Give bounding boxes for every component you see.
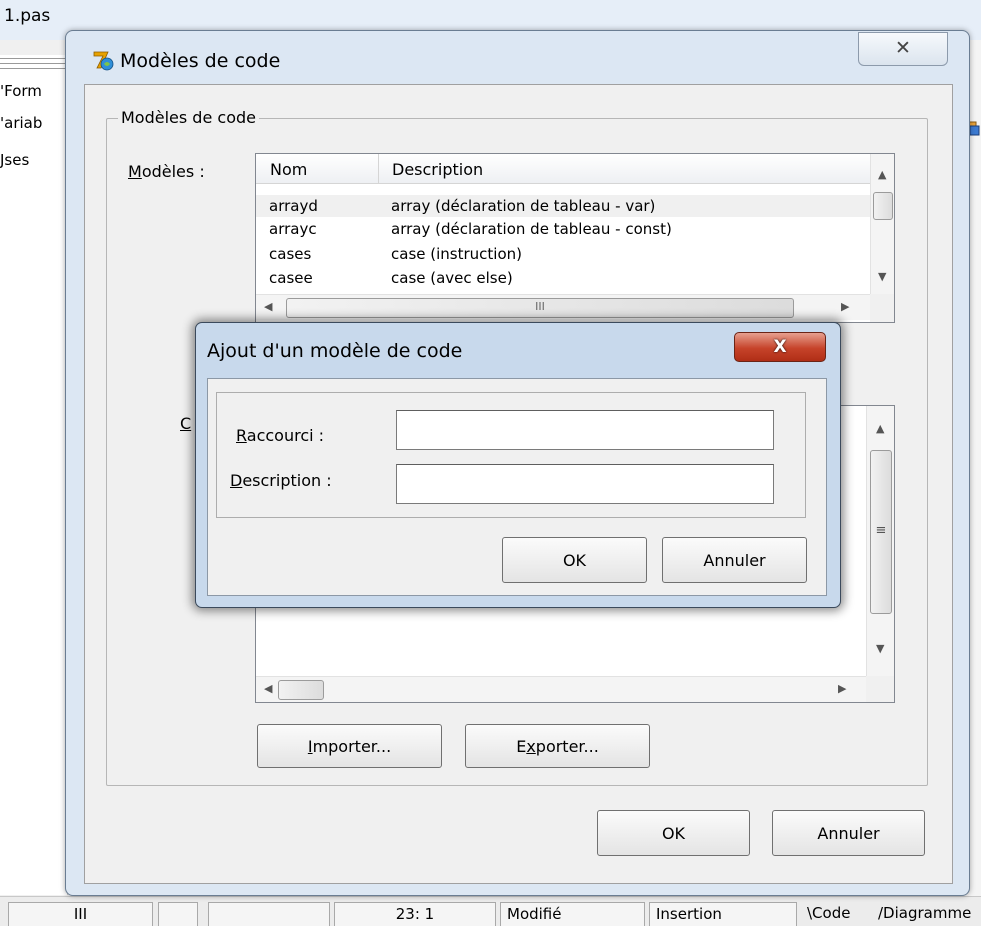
add-cancel-button[interactable]: Annuler [662, 537, 807, 583]
shortcut-input[interactable] [396, 410, 774, 450]
dialog-title: Modèles de code [120, 50, 281, 72]
template-name: cases [269, 245, 312, 263]
groupbox-caption: Modèles de code [118, 108, 259, 127]
description-label-text: escription : [242, 471, 332, 490]
shortcut-accel: R [236, 426, 247, 445]
ide-status-modified: Modifié [500, 902, 645, 926]
scroll-up-icon[interactable]: ▲ [876, 422, 884, 435]
description-accel: D [230, 471, 243, 490]
ide-tree-item-variables[interactable]: 'ariab [0, 114, 42, 132]
scroll-up-icon[interactable]: ▲ [878, 168, 886, 181]
ide-tree-item-uses[interactable]: Jses [0, 151, 29, 169]
description-label: Description : [230, 471, 332, 490]
delphi-app-icon [93, 51, 114, 71]
templates-list-header [256, 154, 870, 184]
templates-label-accel: M [128, 162, 142, 181]
ide-status-empty [208, 902, 330, 926]
shortcut-label: Raccourci : [236, 426, 324, 445]
template-description: case (avec else) [391, 269, 513, 287]
template-name: arrayd [269, 197, 318, 215]
column-header-description[interactable]: Description [392, 160, 483, 179]
scroll-right-icon[interactable]: ▶ [841, 300, 849, 313]
export-button[interactable]: Exporter... [465, 724, 650, 768]
code-label: C [180, 414, 191, 433]
ide-panel-grip [0, 55, 66, 75]
add-ok-button[interactable]: OK [502, 537, 647, 583]
scroll-left-icon[interactable]: ◀ [264, 300, 272, 313]
templates-vertical-scrollbar[interactable]: ▲ ▼ [870, 154, 894, 294]
ide-file-tab[interactable]: 1.pas [4, 6, 50, 26]
column-header-name[interactable]: Nom [270, 160, 307, 179]
scroll-right-icon[interactable]: ▶ [838, 682, 846, 695]
templates-label-text: odèles : [141, 162, 205, 181]
templates-horizontal-scrollbar[interactable]: ◀ III ▶ [256, 294, 870, 320]
template-name: arrayc [269, 220, 317, 238]
scroll-left-icon[interactable]: ◀ [264, 682, 272, 695]
table-row[interactable]: arrayc array (déclaration de tableau - c… [256, 218, 870, 240]
code-horizontal-scrollbar[interactable]: ◀ ▶ [256, 676, 866, 702]
scroll-thumb[interactable]: III [286, 298, 794, 318]
ide-status-insert: Insertion [649, 902, 797, 926]
cancel-button[interactable]: Annuler [772, 810, 925, 856]
shortcut-label-text: accourci : [246, 426, 325, 445]
template-name: casee [269, 269, 313, 287]
ide-tree-item-form[interactable]: 'Form [0, 82, 42, 100]
scroll-down-icon[interactable]: ▼ [876, 642, 884, 655]
import-button[interactable]: Importer... [257, 724, 442, 768]
table-row[interactable]: cases case (instruction) [256, 243, 870, 265]
table-row[interactable]: casee case (avec else) [256, 267, 870, 289]
ide-status-scroll[interactable]: III [8, 902, 153, 926]
ide-tab-diagram[interactable]: /Diagramme [872, 902, 981, 926]
scroll-thumb[interactable] [278, 680, 324, 700]
scroll-thumb[interactable] [873, 192, 893, 220]
close-icon[interactable]: ✕ [858, 32, 948, 66]
column-divider[interactable] [378, 154, 379, 184]
export-label-end: porter... [535, 736, 599, 756]
scroll-thumb[interactable]: ≡ [870, 450, 892, 614]
scroll-corner [866, 676, 894, 702]
description-input[interactable] [396, 464, 774, 504]
templates-label: Modèles : [128, 162, 205, 181]
template-description: array (déclaration de tableau - const) [391, 220, 672, 238]
template-description: case (instruction) [391, 245, 522, 263]
add-dialog-title: Ajout d'un modèle de code [207, 340, 463, 362]
ok-button[interactable]: OK [597, 810, 750, 856]
export-accel: x [526, 736, 536, 756]
code-label-accel: C [180, 414, 192, 433]
import-label: mporter... [312, 736, 392, 756]
ide-status-position: 23: 1 [334, 902, 496, 926]
ide-status-arrow[interactable] [158, 902, 198, 926]
close-icon[interactable]: X [734, 332, 826, 362]
code-vertical-scrollbar[interactable]: ▲ ≡ ▼ [866, 406, 894, 676]
ide-structure-panel [0, 55, 68, 895]
templates-rows: arrayd array (déclaration de tableau - v… [256, 195, 870, 293]
template-description: array (déclaration de tableau - var) [391, 197, 656, 215]
export-label-start: E [516, 736, 527, 756]
table-row[interactable]: arrayd array (déclaration de tableau - v… [256, 195, 870, 217]
ide-tab-code[interactable]: \Code [801, 902, 873, 926]
scroll-corner [870, 294, 894, 322]
scroll-down-icon[interactable]: ▼ [878, 270, 886, 283]
